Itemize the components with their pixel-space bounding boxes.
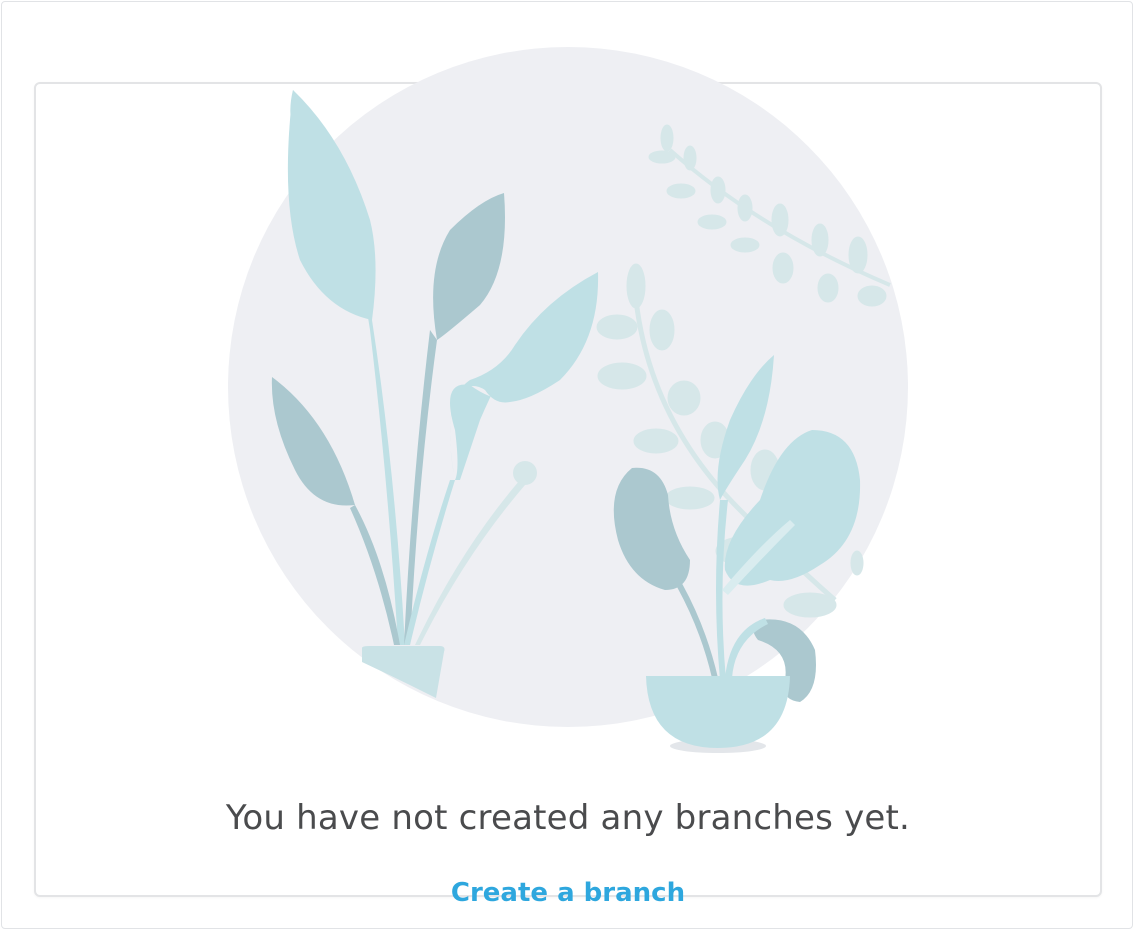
empty-state-message: You have not created any branches yet. <box>225 798 911 838</box>
create-branch-link-wrapper: Create a branch <box>0 878 1136 908</box>
create-branch-link[interactable]: Create a branch <box>451 878 685 908</box>
empty-state-card <box>34 82 1102 897</box>
